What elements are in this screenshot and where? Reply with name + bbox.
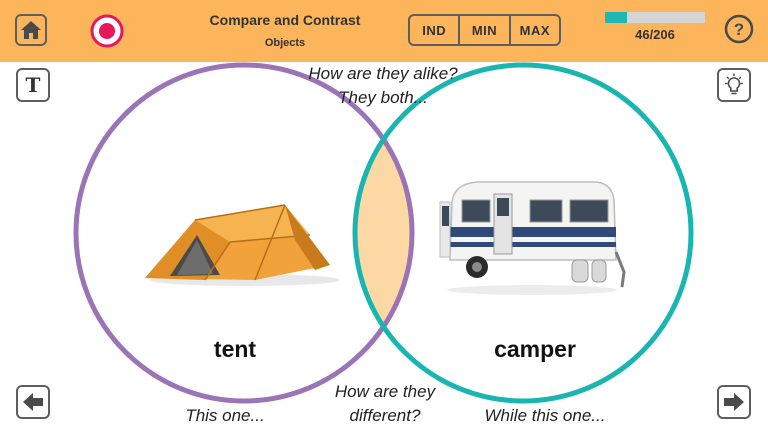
next-button[interactable] [717,385,751,419]
hint-button[interactable] [717,68,751,102]
right-sentence-starter: While this one... [484,406,606,425]
different-prompt-line2: different? [349,406,421,425]
lightbulb-icon [725,73,743,95]
left-sentence-starter: This one... [185,406,265,425]
alike-prompt-line2: They both... [338,88,428,107]
camper-image [439,181,626,295]
text-toggle-button[interactable]: T [16,68,50,102]
tent-image [145,204,340,286]
different-prompt: How are they different? [310,380,460,428]
different-prompt-line1: How are they [334,382,436,401]
previous-button[interactable] [16,385,50,419]
arrow-left-icon [23,393,43,411]
text-icon: T [25,73,41,97]
left-item-word: tent [213,336,257,362]
alike-prompt-line1: How are they alike? [308,64,458,83]
alike-prompt: How are they alike? They both... [283,62,483,110]
right-item-word: camper [494,336,576,362]
arrow-right-icon [724,393,744,411]
